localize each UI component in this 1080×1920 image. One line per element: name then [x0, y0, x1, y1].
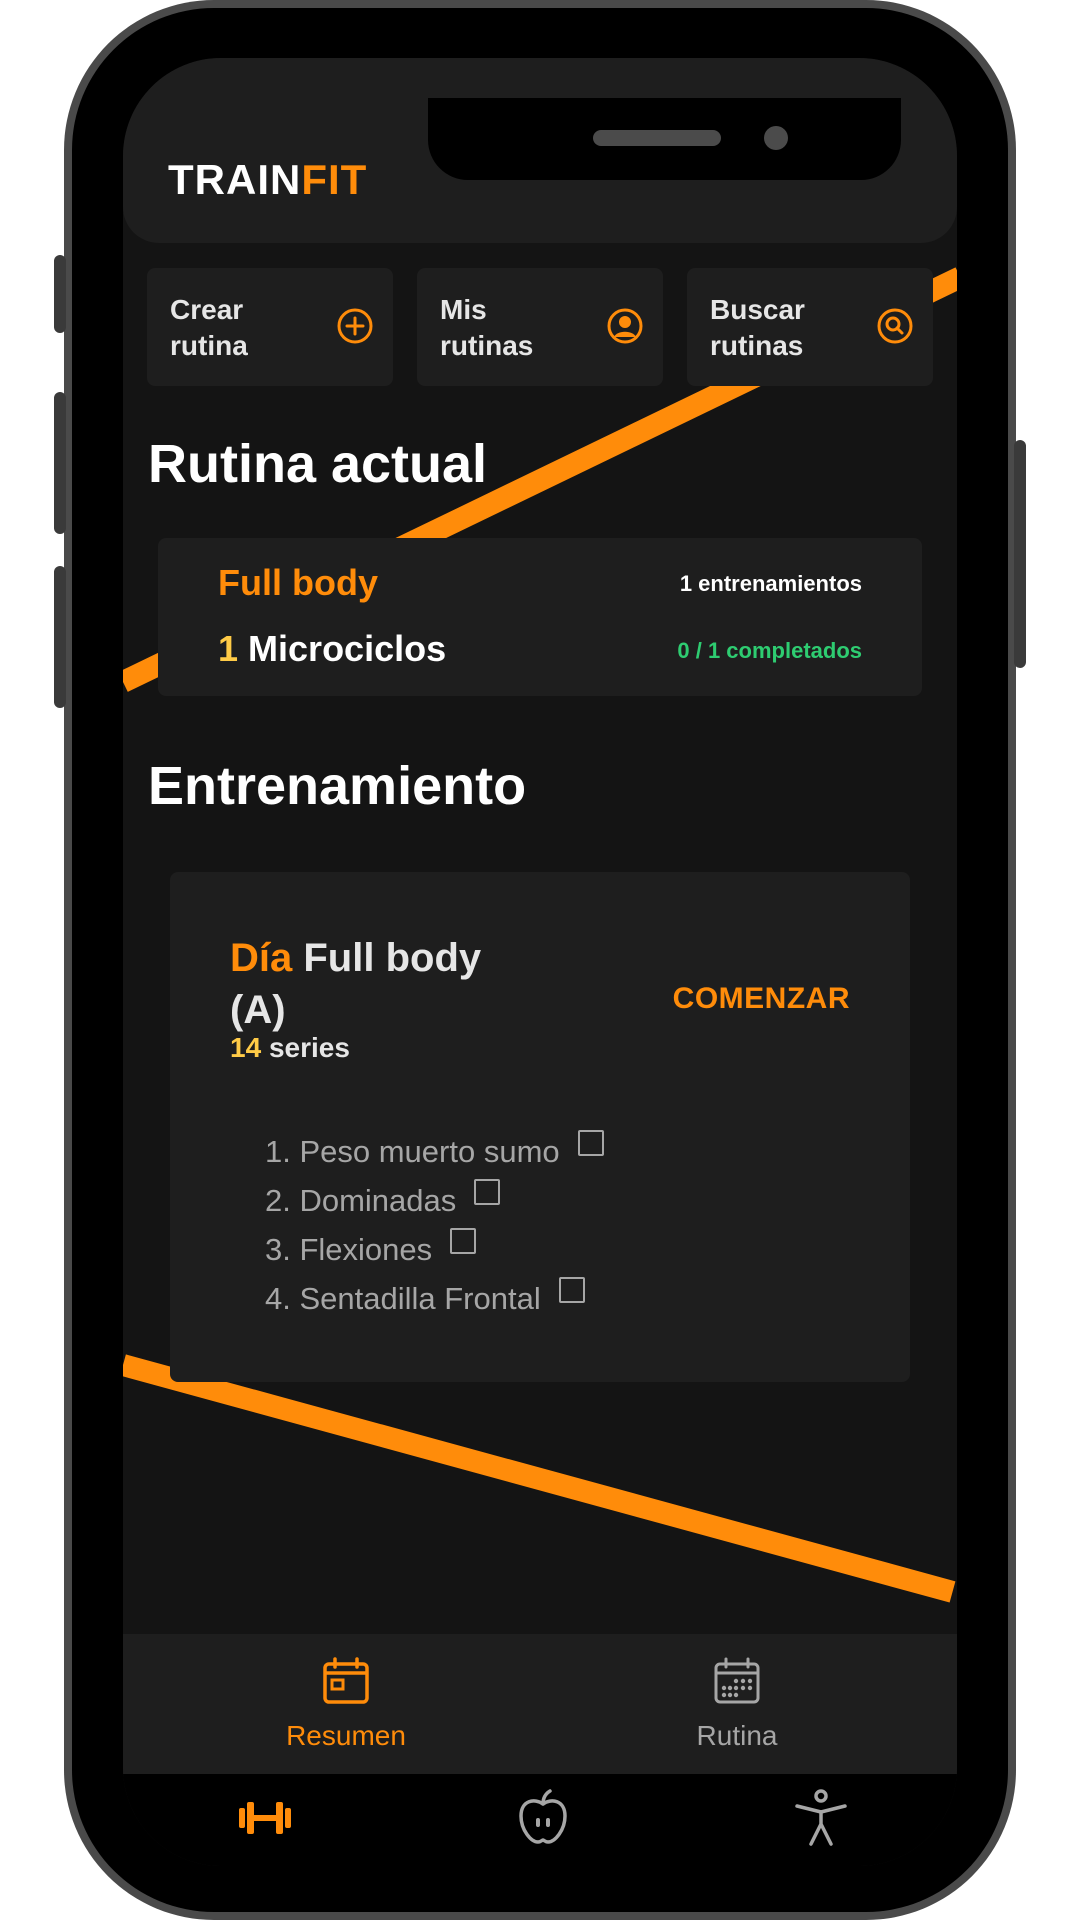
microcycles-count: 1 Microciclos — [218, 628, 446, 670]
exercise-checkbox[interactable] — [474, 1179, 501, 1205]
exercise-checkbox[interactable] — [558, 1277, 585, 1303]
exercise-label: 4. Sentadilla Frontal — [265, 1281, 541, 1316]
exercise-list: 1. Peso muerto sumo 2. Dominadas 3. Flex… — [265, 1130, 604, 1326]
my-routines-button[interactable]: Mis rutinas — [417, 268, 663, 386]
microcycles-label: Microciclos — [248, 628, 447, 669]
app-screen: TRAINFIT Crear rutina Mis rutinas Buscar… — [123, 58, 957, 1866]
day-label: Día — [230, 936, 293, 980]
exercise-item: 2. Dominadas — [265, 1179, 604, 1228]
exercise-checkbox[interactable] — [450, 1228, 477, 1254]
create-routine-label: Crear rutina — [170, 294, 248, 361]
start-workout-button[interactable]: COMENZAR — [673, 982, 850, 1016]
power-button — [1014, 440, 1026, 668]
section-tabbar: Resumen Rutina — [123, 1634, 957, 1774]
routine-name: Full body — [218, 562, 378, 603]
search-routines-button[interactable]: Buscar rutinas — [687, 268, 933, 386]
trainings-count: 1 entrenamientos — [679, 571, 862, 596]
search-routines-label: Buscar rutinas — [710, 294, 805, 361]
dumbbell-icon[interactable] — [233, 1786, 297, 1850]
current-routine-card[interactable]: Full body 1 entrenamientos 1 Microciclos… — [158, 538, 922, 696]
tab-rutina[interactable]: Rutina — [637, 1656, 837, 1752]
workout-card: Día Full body (A) 14 series COMENZAR 1. … — [170, 872, 910, 1382]
accessibility-icon[interactable] — [789, 1786, 853, 1850]
exercise-label: 2. Dominadas — [265, 1183, 457, 1218]
series-count: 14 series — [230, 1032, 350, 1064]
completed-status: 0 / 1 completados — [677, 638, 862, 663]
tab-resumen[interactable]: Resumen — [246, 1656, 446, 1752]
plus-circle-icon — [337, 308, 373, 344]
exercise-label: 3. Flexiones — [265, 1232, 433, 1267]
calendar-icon — [323, 1657, 369, 1704]
series-number: 14 — [230, 1032, 262, 1063]
logo-fit: FIT — [301, 156, 368, 203]
exercise-item: 1. Peso muerto sumo — [265, 1130, 604, 1179]
microcycles-number: 1 — [218, 628, 239, 669]
exercise-label: 1. Peso muerto sumo — [265, 1134, 560, 1169]
mute-switch — [54, 255, 66, 333]
front-camera — [764, 126, 788, 150]
tab-rutina-label: Rutina — [696, 1720, 778, 1751]
workout-day-title: Día Full body (A) — [230, 932, 490, 1036]
apple-icon[interactable] — [511, 1786, 575, 1850]
bottom-navigation — [123, 1774, 957, 1866]
logo-train: TRAIN — [168, 156, 302, 203]
calendar-grid-icon — [714, 1657, 760, 1704]
exercise-item: 4. Sentadilla Frontal — [265, 1277, 604, 1326]
device-notch — [428, 98, 901, 180]
volume-up-button — [54, 392, 66, 534]
exercise-item: 3. Flexiones — [265, 1228, 604, 1277]
create-routine-button[interactable]: Crear rutina — [147, 268, 393, 386]
current-routine-heading: Rutina actual — [148, 434, 488, 494]
my-routines-label: Mis rutinas — [440, 294, 534, 361]
series-label: series — [268, 1032, 350, 1063]
decor-stripe-bottom — [123, 1354, 956, 1603]
speaker-grille — [593, 130, 721, 146]
app-logo: TRAINFIT — [168, 156, 367, 204]
exercise-checkbox[interactable] — [577, 1130, 604, 1156]
search-circle-icon — [877, 308, 913, 344]
user-circle-icon — [607, 308, 643, 344]
workout-heading: Entrenamiento — [148, 756, 527, 816]
volume-down-button — [54, 566, 66, 708]
tab-resumen-label: Resumen — [286, 1720, 406, 1751]
